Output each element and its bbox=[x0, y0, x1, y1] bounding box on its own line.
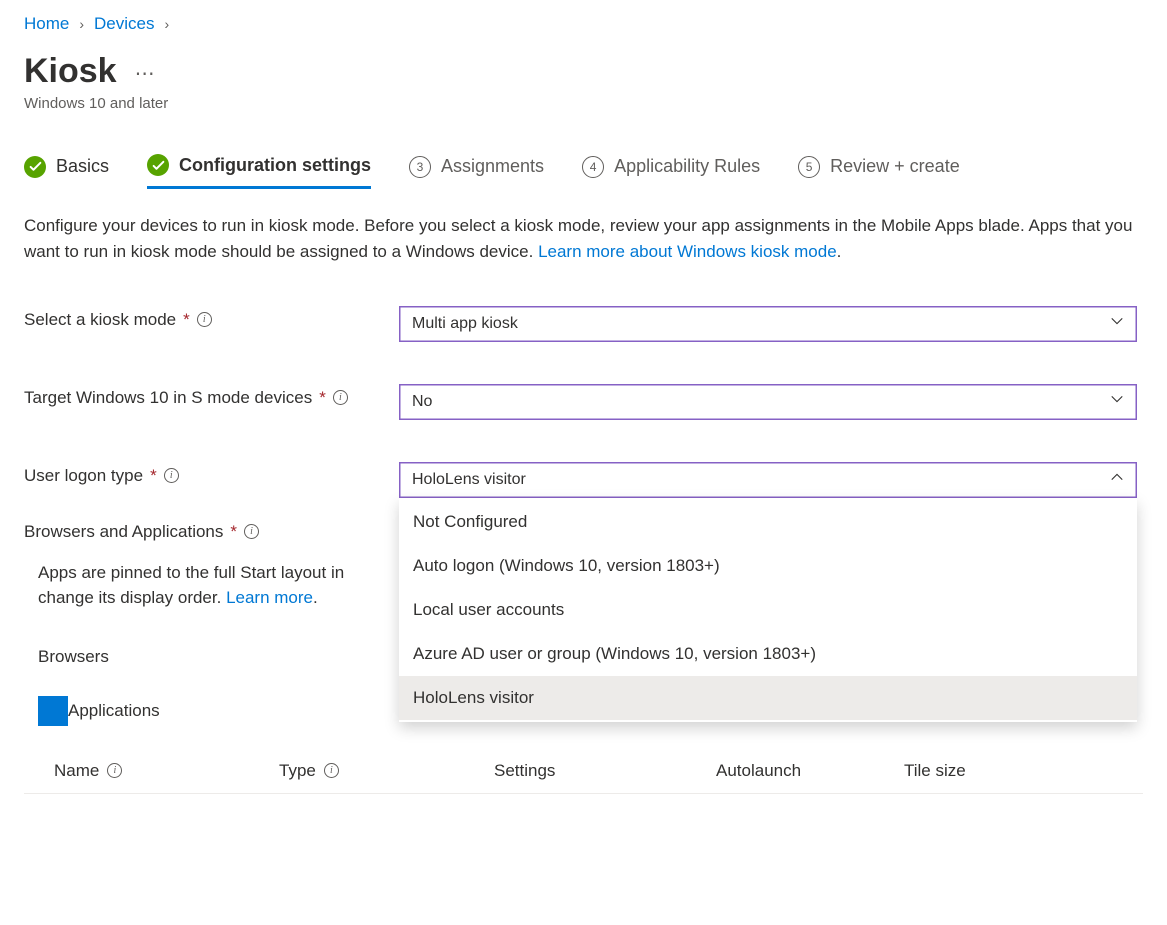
page-subtitle: Windows 10 and later bbox=[24, 95, 1143, 112]
column-label: Type bbox=[279, 761, 316, 781]
chevron-right-icon: › bbox=[165, 16, 170, 32]
info-icon[interactable]: i bbox=[164, 468, 179, 483]
step-configuration-settings[interactable]: Configuration settings bbox=[147, 154, 371, 189]
page-header: Kiosk ⋯ Windows 10 and later bbox=[24, 52, 1143, 112]
desc-line-1: Apps are pinned to the full Start layout… bbox=[38, 563, 344, 582]
field-kiosk-mode: Select a kiosk mode * i Multi app kiosk bbox=[24, 306, 1143, 342]
tab-applications[interactable]: Applications bbox=[68, 689, 160, 733]
chevron-down-icon bbox=[1110, 392, 1124, 411]
learn-more-link[interactable]: Learn more bbox=[226, 588, 313, 607]
step-number: 4 bbox=[582, 156, 604, 178]
breadcrumb-devices[interactable]: Devices bbox=[94, 14, 154, 34]
page-title: Kiosk bbox=[24, 52, 117, 91]
select-value: No bbox=[412, 393, 432, 411]
more-icon[interactable]: ⋯ bbox=[135, 64, 157, 84]
kiosk-mode-select[interactable]: Multi app kiosk bbox=[399, 306, 1137, 342]
breadcrumb: Home › Devices › bbox=[24, 14, 1143, 34]
info-icon[interactable]: i bbox=[244, 524, 259, 539]
option-local-user-accounts[interactable]: Local user accounts bbox=[399, 588, 1137, 632]
step-applicability-rules[interactable]: 4 Applicability Rules bbox=[582, 156, 760, 188]
option-not-configured[interactable]: Not Configured bbox=[399, 500, 1137, 544]
learn-more-link[interactable]: Learn more about Windows kiosk mode bbox=[538, 242, 837, 261]
info-icon[interactable]: i bbox=[324, 763, 339, 778]
column-label: Autolaunch bbox=[716, 761, 801, 781]
column-label: Settings bbox=[494, 761, 555, 781]
applications-table-header: Name i Type i Settings Autolaunch Tile s… bbox=[24, 743, 1143, 794]
step-review-create[interactable]: 5 Review + create bbox=[798, 156, 960, 188]
column-name: Name i bbox=[54, 761, 279, 781]
chevron-up-icon bbox=[1110, 470, 1124, 489]
column-tile-size: Tile size bbox=[904, 761, 1143, 781]
user-logon-type-dropdown: Not Configured Auto logon (Windows 10, v… bbox=[399, 498, 1137, 722]
info-icon[interactable]: i bbox=[333, 390, 348, 405]
desc-line-2: change its display order. bbox=[38, 588, 226, 607]
field-user-logon-type: User logon type * i HoloLens visitor Not… bbox=[24, 462, 1143, 498]
step-label: Configuration settings bbox=[179, 155, 371, 176]
field-s-mode: Target Windows 10 in S mode devices * i … bbox=[24, 384, 1143, 420]
intro-period: . bbox=[837, 242, 842, 261]
desc-period: . bbox=[313, 588, 318, 607]
step-assignments[interactable]: 3 Assignments bbox=[409, 156, 544, 188]
s-mode-select[interactable]: No bbox=[399, 384, 1137, 420]
option-azure-ad-user[interactable]: Azure AD user or group (Windows 10, vers… bbox=[399, 632, 1137, 676]
required-marker: * bbox=[230, 522, 237, 542]
section-title: Browsers and Applications bbox=[24, 522, 223, 542]
step-number: 3 bbox=[409, 156, 431, 178]
required-marker: * bbox=[319, 388, 326, 408]
column-label: Name bbox=[54, 761, 99, 781]
step-label: Applicability Rules bbox=[614, 156, 760, 177]
breadcrumb-home[interactable]: Home bbox=[24, 14, 69, 34]
active-tab-indicator bbox=[38, 696, 68, 726]
info-icon[interactable]: i bbox=[107, 763, 122, 778]
step-label: Review + create bbox=[830, 156, 960, 177]
select-value: HoloLens visitor bbox=[412, 471, 526, 489]
user-logon-type-select[interactable]: HoloLens visitor bbox=[399, 462, 1137, 498]
step-number: 5 bbox=[798, 156, 820, 178]
intro-text: Configure your devices to run in kiosk m… bbox=[24, 213, 1134, 266]
check-icon bbox=[147, 154, 169, 176]
column-settings: Settings bbox=[494, 761, 716, 781]
column-label: Tile size bbox=[904, 761, 966, 781]
step-label: Assignments bbox=[441, 156, 544, 177]
field-label: User logon type bbox=[24, 466, 143, 486]
tab-browsers[interactable]: Browsers bbox=[38, 635, 109, 679]
select-value: Multi app kiosk bbox=[412, 315, 518, 333]
required-marker: * bbox=[183, 310, 190, 330]
step-label: Basics bbox=[56, 156, 109, 177]
step-basics[interactable]: Basics bbox=[24, 156, 109, 188]
option-hololens-visitor[interactable]: HoloLens visitor bbox=[399, 676, 1137, 720]
check-icon bbox=[24, 156, 46, 178]
required-marker: * bbox=[150, 466, 157, 486]
field-label: Target Windows 10 in S mode devices bbox=[24, 388, 312, 408]
column-autolaunch: Autolaunch bbox=[716, 761, 904, 781]
option-auto-logon[interactable]: Auto logon (Windows 10, version 1803+) bbox=[399, 544, 1137, 588]
info-icon[interactable]: i bbox=[197, 312, 212, 327]
chevron-right-icon: › bbox=[79, 16, 84, 32]
wizard-steps: Basics Configuration settings 3 Assignme… bbox=[24, 154, 1143, 189]
field-label: Select a kiosk mode bbox=[24, 310, 176, 330]
chevron-down-icon bbox=[1110, 314, 1124, 333]
column-type: Type i bbox=[279, 761, 494, 781]
